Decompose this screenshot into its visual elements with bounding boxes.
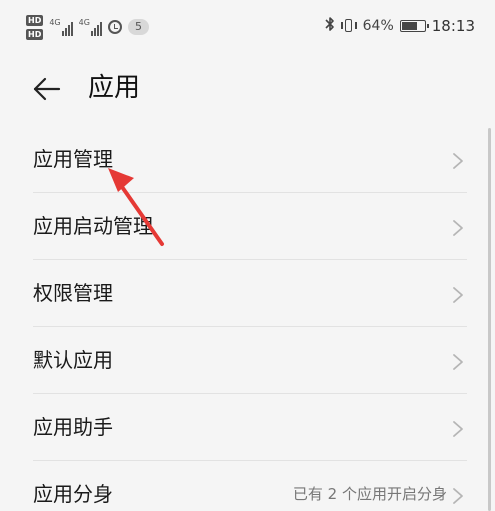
chevron-right-icon [453, 488, 463, 504]
cellular-signal-icon: 4G [79, 18, 102, 36]
hd-badge: HD [26, 14, 44, 26]
alarm-icon [107, 20, 122, 34]
list-item-value: 已有 2 个应用开启分身 [292, 485, 447, 503]
scrollbar[interactable] [488, 128, 491, 511]
app-settings-screen: HD HD 4G 4G 5 64% 18:13 应用 应用管理 应用启动管理 权… [0, 0, 495, 511]
vibrate-icon [340, 19, 357, 33]
chevron-right-icon [453, 220, 463, 236]
chevron-right-icon [453, 153, 463, 169]
list-item-label: 应用分身 [33, 482, 113, 506]
battery-percent: 64% [362, 18, 394, 34]
settings-list: 应用管理 应用启动管理 权限管理 默认应用 应用助手 应用分身 已有 2 个应用… [0, 126, 495, 511]
chevron-right-icon [453, 287, 463, 303]
notification-count-badge: 5 [127, 19, 149, 35]
list-item-label: 权限管理 [33, 281, 113, 305]
network-type: 4G [78, 18, 90, 27]
list-item-label: 默认应用 [33, 348, 113, 372]
hd-badge: HD [26, 28, 44, 40]
battery-icon [399, 20, 429, 32]
list-item-label: 应用管理 [33, 147, 113, 171]
status-right: 64% 18:13 [325, 14, 475, 38]
list-item-app-management[interactable]: 应用管理 [0, 126, 495, 193]
back-arrow-icon [33, 77, 61, 101]
hd-stack: HD HD [26, 14, 44, 40]
chevron-right-icon [453, 354, 463, 370]
chevron-right-icon [453, 421, 463, 437]
cellular-signal-icon: 4G [49, 18, 73, 36]
list-item-label: 应用启动管理 [33, 214, 153, 238]
list-item-app-launch-management[interactable]: 应用启动管理 [0, 193, 495, 260]
list-item-default-apps[interactable]: 默认应用 [0, 327, 495, 394]
page-header: 应用 [0, 56, 495, 122]
list-item-app-assistant[interactable]: 应用助手 [0, 394, 495, 461]
list-item-label: 应用助手 [33, 415, 113, 439]
page-title: 应用 [88, 73, 141, 103]
clock: 18:13 [431, 17, 475, 35]
back-button[interactable] [32, 74, 62, 104]
list-item-app-twin[interactable]: 应用分身 已有 2 个应用开启分身 [0, 461, 495, 511]
network-type: 4G [49, 18, 61, 27]
bluetooth-icon [325, 16, 335, 36]
status-left: HD HD 4G 4G 5 [26, 10, 149, 44]
status-bar: HD HD 4G 4G 5 64% 18:13 [0, 0, 495, 52]
list-item-permission-management[interactable]: 权限管理 [0, 260, 495, 327]
